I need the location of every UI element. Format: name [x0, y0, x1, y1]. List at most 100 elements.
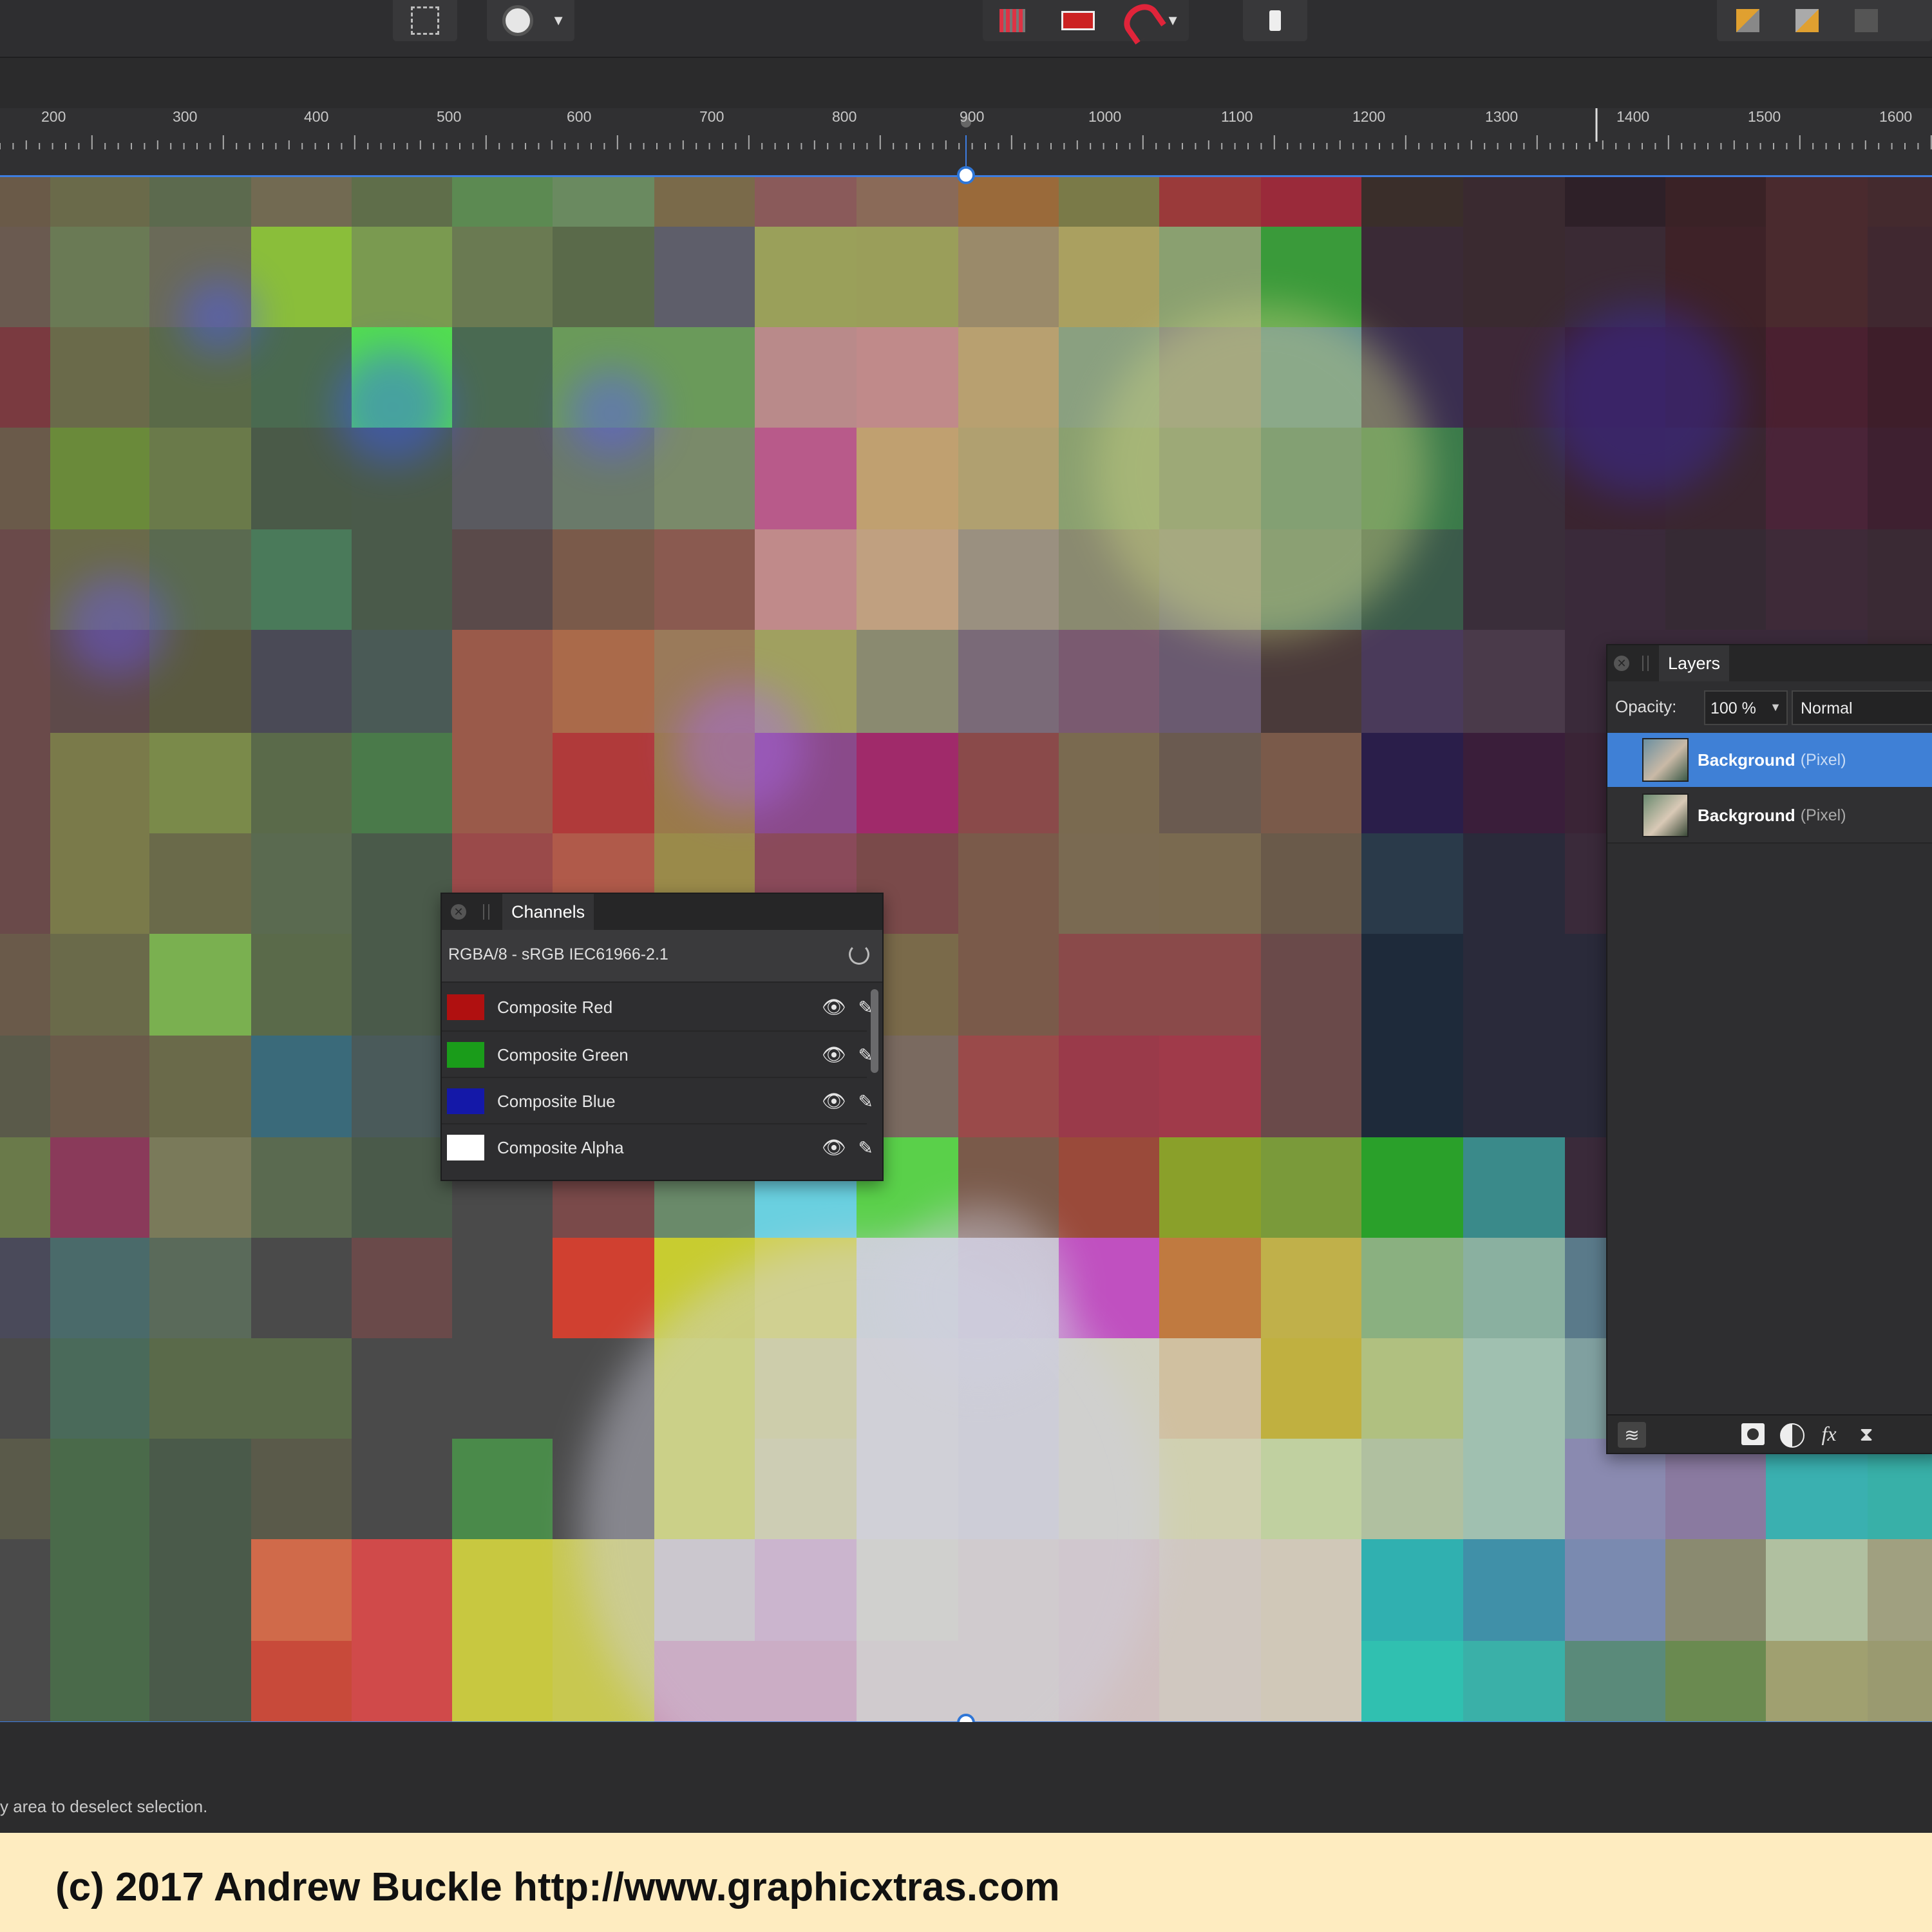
pixel-tile — [251, 1238, 352, 1338]
layer-type: (Pixel) — [1800, 750, 1846, 769]
pixel-tile — [958, 428, 1059, 529]
close-icon[interactable]: ✕ — [1614, 656, 1629, 671]
ruler-label: 500 — [437, 108, 462, 125]
pixel-tile — [251, 1539, 352, 1641]
arrange-front-icon[interactable] — [1855, 9, 1878, 32]
mask-icon[interactable] — [1741, 1423, 1765, 1445]
opacity-value: 100 % — [1710, 699, 1756, 717]
eye-icon[interactable]: 👁 — [822, 1137, 846, 1159]
pixel-tile — [1565, 1539, 1665, 1641]
live-filter-icon[interactable]: ⧗ — [1853, 1422, 1879, 1448]
refresh-icon[interactable] — [849, 944, 869, 965]
pixel-tile — [857, 327, 958, 428]
chevron-down-icon[interactable]: ▼ — [1166, 12, 1180, 29]
ruler-label: 700 — [699, 108, 724, 125]
eye-icon[interactable]: 👁 — [822, 996, 846, 1019]
pixel-tile — [149, 833, 251, 934]
drag-handle[interactable] — [1642, 656, 1649, 671]
pixel-tile — [1766, 327, 1868, 428]
rectangular-marquee-button[interactable] — [393, 0, 457, 41]
pixel-tile — [452, 1338, 553, 1439]
close-icon[interactable]: ✕ — [451, 904, 466, 920]
pixel-tile — [0, 529, 50, 630]
pixel-tile — [50, 1338, 149, 1439]
pixel-tile — [1565, 529, 1665, 630]
ruler-label: 800 — [832, 108, 857, 125]
tab-layers[interactable]: Layers — [1659, 645, 1730, 681]
pixel-tile — [1059, 227, 1159, 327]
grid-snap-icon[interactable] — [999, 9, 1025, 32]
pixel-tile — [149, 428, 251, 529]
pixel-tile — [0, 733, 50, 833]
list-item[interactable]: Composite Blue 👁 ✎ — [442, 1077, 873, 1124]
pixel-tile — [1463, 934, 1565, 1036]
opacity-dropdown[interactable]: 100 % ▼ — [1704, 690, 1788, 725]
layers-stack-icon[interactable]: ≋ — [1618, 1422, 1646, 1448]
tab-channels[interactable]: Channels — [502, 894, 594, 930]
pixel-tile — [755, 227, 857, 327]
pixel-tile — [0, 1137, 50, 1238]
pixel-tile — [755, 327, 857, 428]
pixel-tile — [654, 529, 755, 630]
arrange-back-icon[interactable] — [1736, 9, 1759, 32]
pixel-tile — [452, 529, 553, 630]
ruler-label: 200 — [41, 108, 66, 125]
pencil-icon[interactable]: ✎ — [858, 1091, 873, 1112]
channels-panel-header: ✕ Channels — [442, 894, 882, 930]
pixel-tile — [654, 327, 755, 428]
magnet-icon[interactable] — [1117, 0, 1166, 44]
adjustment-icon[interactable] — [1780, 1423, 1804, 1448]
pixel-tile — [352, 1036, 452, 1137]
pencil-icon[interactable]: ✎ — [858, 1137, 873, 1159]
pixel-tile — [1766, 1641, 1868, 1722]
selection-handle-top[interactable] — [957, 166, 975, 184]
pixel-tile — [1361, 1137, 1463, 1238]
pixel-tile — [452, 1539, 553, 1641]
pixel-tile — [755, 428, 857, 529]
pixel-tile — [1261, 1238, 1361, 1338]
channel-thumbnail — [447, 1088, 484, 1114]
snapping-group: ▼ — [983, 0, 1189, 44]
pixel-tile — [1159, 1238, 1261, 1338]
marquee-icon — [411, 6, 439, 35]
snap-arrow-icon[interactable] — [1061, 11, 1095, 30]
layer-thumbnail — [1642, 793, 1689, 837]
pixel-tile — [958, 934, 1059, 1036]
layer-row-selected[interactable]: Background (Pixel) — [1607, 733, 1932, 787]
pixel-tile — [1463, 1036, 1565, 1137]
pixel-tile — [251, 1036, 352, 1137]
list-item[interactable]: Composite Green 👁 ✎ — [442, 1030, 873, 1078]
channels-scrollbar[interactable] — [871, 989, 878, 1073]
pixel-tile — [1463, 1238, 1565, 1338]
pixel-tile — [352, 733, 452, 833]
pixel-tile — [0, 833, 50, 934]
pixel-tile — [1361, 833, 1463, 934]
image-highlight — [889, 1206, 1069, 1386]
drag-handle[interactable] — [483, 904, 489, 920]
ruler-label: 1500 — [1748, 108, 1781, 125]
fx-icon[interactable]: fx — [1815, 1421, 1843, 1446]
layers-panel-header: ✕ Layers — [1607, 645, 1932, 681]
pixel-tile — [1261, 630, 1361, 733]
pixel-tile — [149, 175, 251, 227]
trash-button[interactable] — [1243, 0, 1307, 41]
pixel-tile — [958, 529, 1059, 630]
arrange-forward-icon[interactable] — [1795, 9, 1819, 32]
list-item[interactable]: Composite Red 👁 ✎ — [442, 984, 873, 1030]
pixel-tile — [1361, 1641, 1463, 1722]
pixel-tile — [1463, 175, 1565, 227]
pixel-tile — [50, 175, 149, 227]
eye-icon[interactable]: 👁 — [822, 1090, 846, 1113]
eye-icon[interactable]: 👁 — [822, 1044, 846, 1066]
pixel-tile — [553, 529, 654, 630]
list-item[interactable]: Composite Alpha 👁 ✎ — [442, 1123, 873, 1171]
pixel-tile — [0, 428, 50, 529]
pixel-tile — [1059, 1036, 1159, 1137]
pixel-tile — [1159, 833, 1261, 934]
brush-shape-button[interactable]: ▼ — [487, 0, 574, 41]
layer-row[interactable]: Background (Pixel) — [1607, 788, 1932, 844]
blend-mode-dropdown[interactable]: Normal — [1792, 690, 1932, 725]
pixel-tile — [857, 227, 958, 327]
pixel-tile — [958, 227, 1059, 327]
pixel-tile — [50, 327, 149, 428]
